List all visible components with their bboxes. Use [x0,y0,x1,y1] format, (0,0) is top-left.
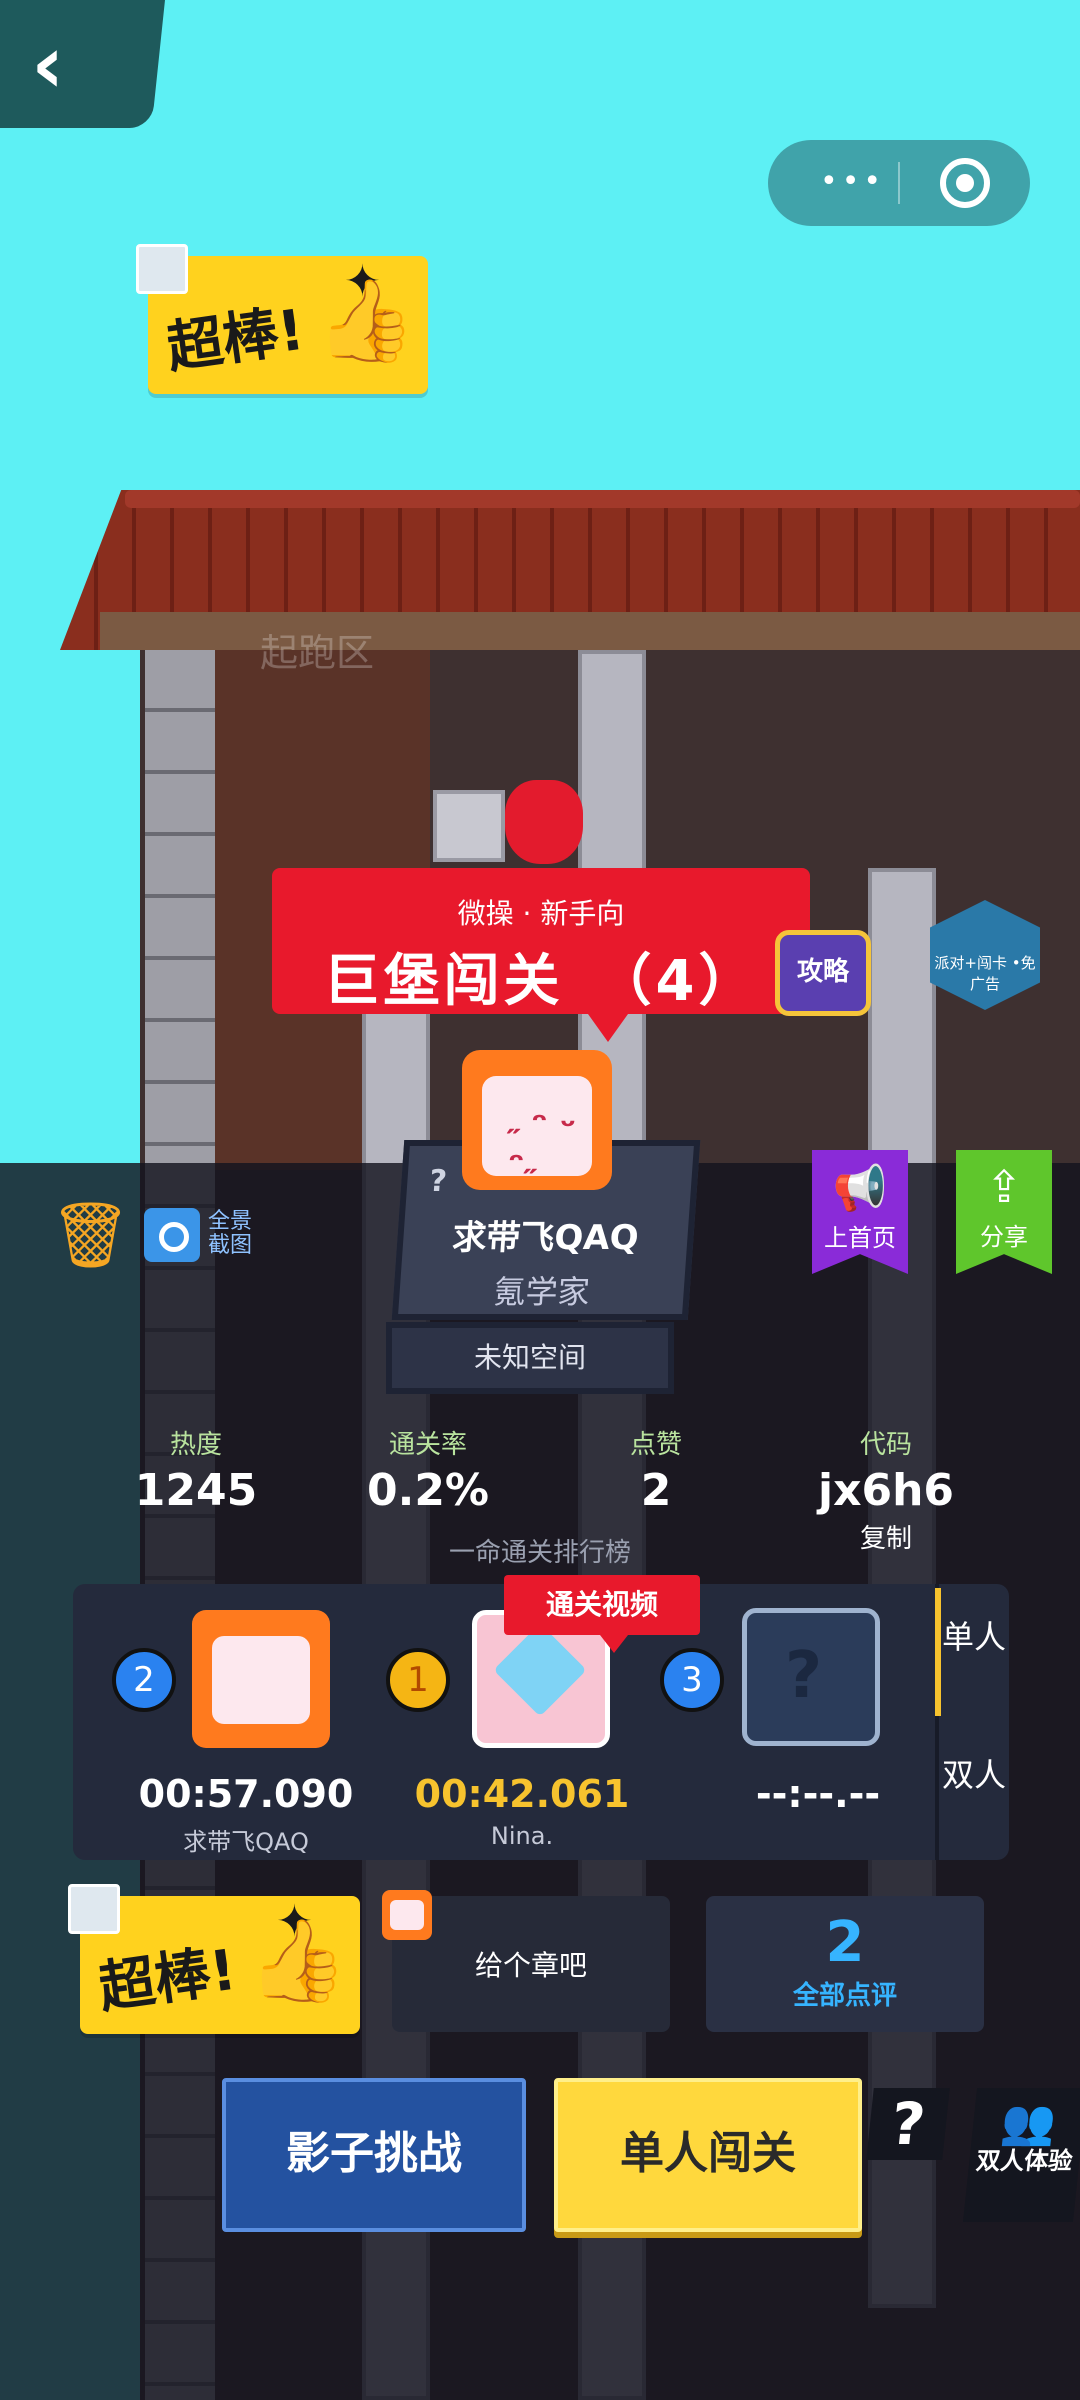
home-label: 上首页 [824,1224,896,1252]
megaphone-icon: 📢 [832,1163,888,1214]
all-reviews-button[interactable]: 2 全部点评 [706,1896,984,2032]
sticker-image-icon [68,1884,120,1934]
camera-icon[interactable] [144,1208,200,1262]
rank-badge: 1 [386,1648,450,1712]
screenshot-label[interactable]: 全景截图 [208,1210,264,1258]
stat-value: 0.2% [366,1465,490,1516]
stat-value: 1245 [134,1465,258,1516]
guide-tv-icon[interactable]: 攻略 [775,930,871,1016]
level-title: 巨堡闯关 （4） [323,949,759,1014]
review-label: 全部点评 [792,1981,897,2011]
back-arrow-icon: ‹ [31,18,65,111]
thumbs-up-icon: 👍 [248,1914,348,2007]
single-play-button[interactable]: 单人闯关 [554,2078,862,2232]
rank-badge: 2 [112,1648,176,1712]
sticker-text: 超棒! [94,1937,241,2022]
spawn-zone-label: 起跑区 [260,631,375,675]
sticker-text: 超棒! [162,297,309,382]
author-space: 未知空间 [386,1322,674,1394]
tab-single[interactable]: 单人 [935,1584,1009,1722]
duo-play-button[interactable]: 👥 双人体验 [962,2088,1080,2222]
roof-ridge [125,490,1080,508]
awesome-sticker: 超棒! ✦ 👍 [136,244,428,394]
level-code: jx6h6 [817,1465,955,1516]
roof-eave [100,612,1080,650]
rank-time: 00:57.090 [138,1772,354,1816]
capsule-divider [898,162,900,204]
awesome-sticker[interactable]: 超棒! ✦ 👍 [68,1884,360,2034]
two-people-icon: 👥 [998,2097,1059,2148]
stat-label: 代码 [859,1430,912,1460]
stat-label: 热度 [169,1430,222,1460]
author-title: 氪学家 [492,1273,591,1311]
clear-video-tag[interactable]: 通关视频 [504,1575,700,1653]
red-apple-icon [505,780,583,864]
author-avatar[interactable]: ˶ ᵔ ᵕ ᵔ˶ [462,1050,612,1190]
rank-player-name: Nina. [490,1822,554,1850]
stone-block [433,790,505,862]
rank-badge: 3 [660,1648,724,1712]
back-button[interactable]: ‹ [0,0,165,128]
share-label: 分享 [980,1223,1028,1251]
shadow-challenge-button[interactable]: 影子挑战 [222,2078,526,2232]
stat-likes: 点赞 2 [556,1424,756,1516]
rank-time: 00:42.061 [414,1772,630,1816]
miniprogram-capsule: ••• [768,140,1030,226]
rank-player-name: 求带飞QAQ [183,1828,309,1856]
review-count: 2 [825,1910,865,1975]
tab-double[interactable]: 双人 [939,1722,1009,1860]
thumbs-up-icon: 👍 [316,274,416,367]
rank-time: --:--.-- [755,1772,881,1816]
leaderboard-title: 一命通关排行榜 [448,1538,631,1568]
duo-label: 双人体验 [974,2147,1074,2175]
level-title-banner: 微操 · 新手向 巨堡闯关 （4） [272,868,810,1042]
more-menu-icon[interactable]: ••• [820,164,885,199]
stat-heat: 热度 1245 [96,1424,296,1516]
close-target-icon[interactable] [940,158,990,208]
question-icon: ? [785,1639,823,1713]
share-icon: ⇪ [985,1162,1023,1213]
empty-slot-avatar: ? [742,1608,880,1746]
stat-label: 点赞 [629,1430,682,1460]
avatar-face-icon: ˶ ᵔ ᵕ ᵔ˶ [508,1106,577,1186]
player-avatar[interactable] [192,1610,330,1748]
unknown-mark-icon: ? [428,1164,449,1199]
sticker-image-icon [136,244,188,294]
stat-clear-rate: 通关率 0.2% [328,1424,528,1516]
stat-label: 通关率 [388,1430,467,1460]
trash-icon[interactable]: 🗑 [50,1198,131,1273]
commenter-avatar [382,1890,432,1940]
level-category: 微操 · 新手向 [457,897,625,930]
author-name: 求带飞QAQ [450,1218,640,1258]
help-button[interactable]: ? [866,2088,950,2160]
comment-text: 给个章吧 [474,1949,587,1982]
stat-value: 2 [640,1465,672,1516]
